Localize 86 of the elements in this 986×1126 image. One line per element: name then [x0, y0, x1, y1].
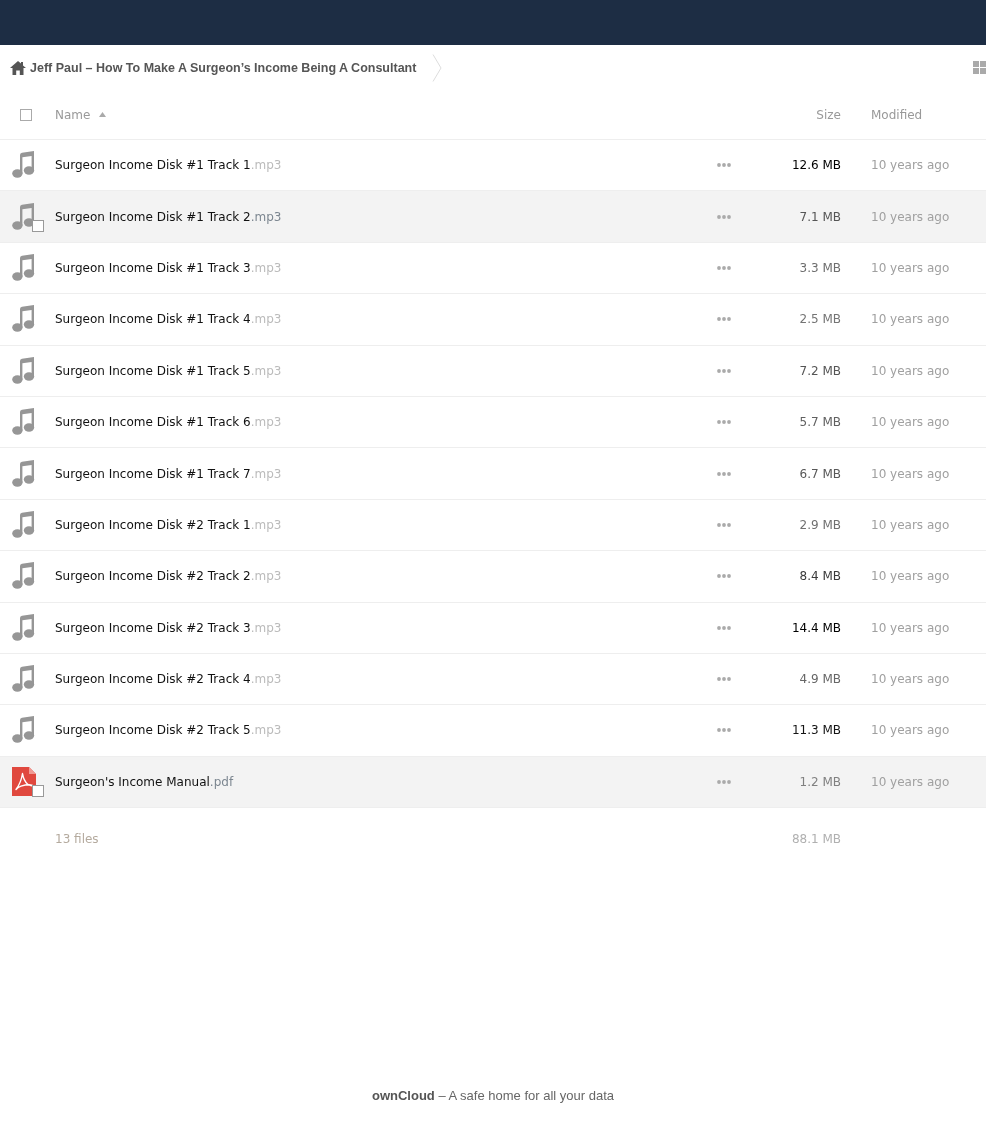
more-actions-icon[interactable] [717, 163, 731, 168]
more-actions-icon[interactable] [717, 214, 731, 219]
more-actions-icon[interactable] [717, 728, 731, 733]
file-name-link[interactable]: Surgeon Income Disk #1 Track 1.mp3 [55, 158, 282, 173]
pdf-file-icon [12, 766, 36, 796]
file-name-link[interactable]: Surgeon Income Disk #1 Track 3.mp3 [55, 260, 282, 275]
select-all-checkbox[interactable] [20, 108, 32, 121]
footer-tagline: ownCloud – A safe home for all your data [370, 1088, 616, 1104]
file-row[interactable]: Surgeon Income Disk #2 Track 5.mp3 11.3 MB 10 years ago [0, 705, 986, 757]
file-size: 2.9 MB [799, 517, 841, 532]
file-size: 6.7 MB [799, 466, 841, 481]
more-actions-icon[interactable] [717, 677, 731, 682]
file-size: 4.9 MB [799, 672, 841, 687]
file-row[interactable]: Surgeon Income Disk #1 Track 4.mp3 2.5 MB 10 years ago [0, 294, 986, 346]
breadcrumb-link[interactable]: Jeff Paul – How To Make A Surgeon’s Income Being A Consultant [10, 60, 417, 75]
modified-time: 10 years ago [871, 672, 950, 687]
modified-time: 10 years ago [871, 774, 950, 789]
file-name-link[interactable]: Surgeon Income Disk #2 Track 3.mp3 [55, 620, 282, 635]
more-actions-icon[interactable] [717, 522, 731, 527]
file-row[interactable]: Surgeon Income Disk #2 Track 1.mp3 2.9 MB 10 years ago [0, 499, 986, 552]
file-row[interactable]: Surgeon Income Disk #1 Track 2.mp3 7.1 MB 10 years ago [0, 191, 986, 243]
music-note-icon [12, 253, 36, 281]
modified-time: 10 years ago [871, 312, 950, 327]
file-name-link[interactable]: Surgeon Income Disk #2 Track 5.mp3 [55, 723, 282, 738]
modified-time: 10 years ago [871, 517, 950, 532]
music-note-icon [12, 716, 36, 744]
file-row[interactable]: Surgeon Income Disk #1 Track 7.mp3 6.7 MB 10 years ago [0, 448, 986, 500]
more-actions-icon[interactable] [717, 779, 731, 784]
music-note-icon [12, 665, 36, 693]
modified-time: 10 years ago [871, 158, 950, 173]
file-size: 7.2 MB [799, 363, 841, 378]
music-note-icon [12, 562, 36, 590]
breadcrumb-chevron-icon [432, 53, 443, 82]
music-note-icon [12, 408, 36, 436]
music-note-icon [12, 356, 36, 384]
more-actions-icon[interactable] [717, 625, 731, 630]
file-name-link[interactable]: Surgeon Income Disk #2 Track 1.mp3 [55, 517, 282, 532]
grid-view-icon[interactable] [973, 61, 986, 74]
file-count: 13 files [55, 832, 99, 847]
file-name-link[interactable]: Surgeon Income Disk #1 Track 4.mp3 [55, 312, 282, 327]
modified-time: 10 years ago [871, 209, 950, 224]
modified-time: 10 years ago [871, 260, 950, 275]
modified-time: 10 years ago [871, 723, 950, 738]
file-size: 2.5 MB [799, 312, 841, 327]
modified-time: 10 years ago [871, 415, 950, 430]
more-actions-icon[interactable] [717, 420, 731, 425]
file-size: 11.3 MB [791, 723, 841, 738]
file-name-link[interactable]: Surgeon Income Disk #1 Track 6.mp3 [55, 415, 282, 430]
file-row[interactable]: Surgeon Income Disk #2 Track 4.mp3 4.9 MB 10 years ago [0, 653, 986, 706]
file-size: 5.7 MB [799, 415, 841, 430]
music-note-icon [12, 510, 36, 538]
file-size: 8.4 MB [799, 569, 841, 584]
file-row[interactable]: Surgeon Income Disk #1 Track 3.mp3 3.3 MB 10 years ago [0, 242, 986, 295]
modified-time: 10 years ago [871, 466, 950, 481]
file-row[interactable]: Surgeon Income Disk #1 Track 6.mp3 5.7 MB 10 years ago [0, 396, 986, 449]
more-actions-icon[interactable] [717, 317, 731, 322]
more-actions-icon[interactable] [717, 368, 731, 373]
file-size: 3.3 MB [799, 260, 841, 275]
file-size: 1.2 MB [799, 774, 841, 789]
row-checkbox[interactable] [32, 784, 44, 797]
total-size: 88.1 MB [791, 832, 841, 847]
row-checkbox[interactable] [32, 219, 44, 232]
music-note-icon [12, 151, 36, 179]
file-name-link[interactable]: Surgeon Income Disk #1 Track 7.mp3 [55, 466, 282, 481]
music-note-icon [12, 305, 36, 333]
modified-time: 10 years ago [871, 569, 950, 584]
file-name-link[interactable]: Surgeon Income Disk #1 Track 5.mp3 [55, 363, 282, 378]
file-row[interactable]: Surgeon Income Disk #2 Track 3.mp3 14.4 MB 10 years ago [0, 602, 986, 654]
file-size: 12.6 MB [791, 158, 841, 173]
music-note-icon [12, 459, 36, 487]
modified-time: 10 years ago [871, 620, 950, 635]
more-actions-icon[interactable] [717, 574, 731, 579]
file-name-link[interactable]: Surgeon Income Disk #1 Track 2.mp3 [55, 209, 282, 224]
more-actions-icon[interactable] [717, 471, 731, 476]
file-name-link[interactable]: Surgeon's Income Manual.pdf [55, 774, 234, 789]
modified-time: 10 years ago [871, 363, 950, 378]
file-row[interactable]: Surgeon Income Disk #1 Track 5.mp3 7.2 MB 10 years ago [0, 345, 986, 397]
more-actions-icon[interactable] [717, 265, 731, 270]
file-name-link[interactable]: Surgeon Income Disk #2 Track 2.mp3 [55, 569, 282, 584]
file-row[interactable]: Surgeon's Income Manual.pdf 1.2 MB 10 years ago [0, 756, 986, 809]
file-size: 14.4 MB [791, 620, 841, 635]
file-name-link[interactable]: Surgeon Income Disk #2 Track 4.mp3 [55, 672, 282, 687]
music-note-icon [12, 613, 36, 641]
file-row[interactable]: Surgeon Income Disk #2 Track 2.mp3 8.4 MB 10 years ago [0, 551, 986, 603]
file-size: 7.1 MB [799, 209, 841, 224]
music-note-icon [12, 202, 36, 230]
